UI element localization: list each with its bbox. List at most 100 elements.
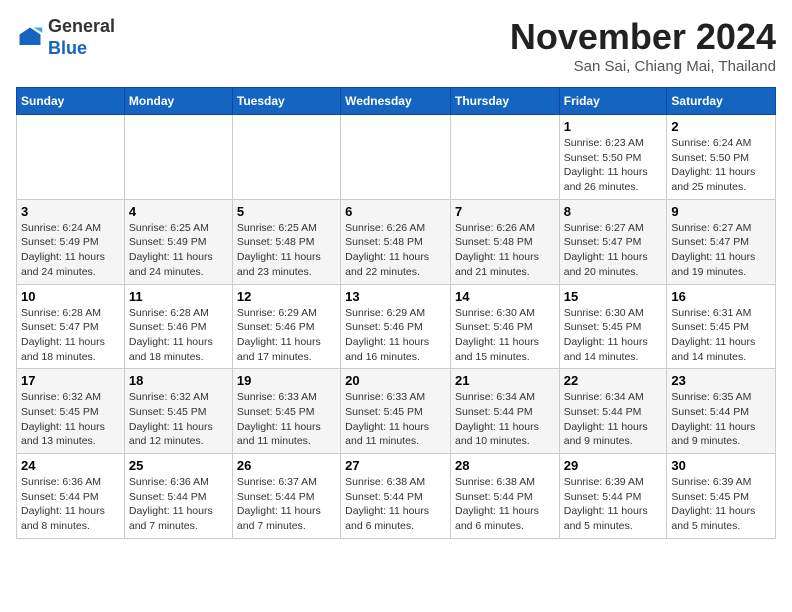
day-number: 3 [21, 204, 120, 219]
calendar-cell: 10 Sunrise: 6:28 AM Sunset: 5:47 PM Dayli… [17, 284, 125, 369]
day-info: Sunrise: 6:36 AM Sunset: 5:44 PM Dayligh… [21, 475, 120, 534]
day-info: Sunrise: 6:38 AM Sunset: 5:44 PM Dayligh… [345, 475, 446, 534]
calendar-cell: 3 Sunrise: 6:24 AM Sunset: 5:49 PM Daylig… [17, 199, 125, 284]
day-info: Sunrise: 6:31 AM Sunset: 5:45 PM Dayligh… [671, 306, 771, 365]
day-info: Sunrise: 6:33 AM Sunset: 5:45 PM Dayligh… [237, 390, 336, 449]
day-number: 5 [237, 204, 336, 219]
day-number: 10 [21, 289, 120, 304]
calendar-cell: 14Sunrise: 6:30 AM Sunset: 5:46 PM Dayli… [450, 284, 559, 369]
day-number: 12 [237, 289, 336, 304]
day-number: 15 [564, 289, 663, 304]
day-info: Sunrise: 6:25 AM Sunset: 5:48 PM Dayligh… [237, 221, 336, 280]
page-header: General Blue November 2024 San Sai, Chia… [16, 16, 776, 75]
calendar-cell: 22 Sunrise: 6:34 AM Sunset: 5:44 PM Dayli… [559, 369, 667, 454]
day-info: Sunrise: 6:34 AM Sunset: 5:44 PM Dayligh… [564, 390, 663, 449]
day-number: 27 [345, 458, 446, 473]
day-info: Sunrise: 6:29 AM Sunset: 5:46 PM Dayligh… [237, 306, 336, 365]
calendar-cell: 2 Sunrise: 6:24 AM Sunset: 5:50 PM Daylig… [667, 115, 776, 200]
calendar-cell: 20Sunrise: 6:33 AM Sunset: 5:45 PM Dayli… [341, 369, 451, 454]
day-number: 4 [129, 204, 228, 219]
day-info: Sunrise: 6:38 AM Sunset: 5:44 PM Dayligh… [455, 475, 555, 534]
header-cell-sunday: Sunday [17, 88, 125, 115]
day-number: 28 [455, 458, 555, 473]
day-number: 19 [237, 373, 336, 388]
day-number: 21 [455, 373, 555, 388]
calendar-cell: 16 Sunrise: 6:31 AM Sunset: 5:45 PM Dayli… [667, 284, 776, 369]
day-number: 25 [129, 458, 228, 473]
calendar-week-3: 10 Sunrise: 6:28 AM Sunset: 5:47 PM Dayli… [17, 284, 776, 369]
calendar-cell: 30 Sunrise: 6:39 AM Sunset: 5:45 PM Dayli… [667, 454, 776, 539]
day-number: 29 [564, 458, 663, 473]
day-number: 22 [564, 373, 663, 388]
location: San Sai, Chiang Mai, Thailand [510, 58, 776, 75]
calendar-cell: 18Sunrise: 6:32 AM Sunset: 5:45 PM Dayli… [124, 369, 232, 454]
calendar-cell: 4 Sunrise: 6:25 AM Sunset: 5:49 PM Daylig… [124, 199, 232, 284]
calendar-cell: 12 Sunrise: 6:29 AM Sunset: 5:46 PM Dayli… [232, 284, 340, 369]
day-info: Sunrise: 6:26 AM Sunset: 5:48 PM Dayligh… [455, 221, 555, 280]
day-number: 13 [345, 289, 446, 304]
calendar-cell: 27 Sunrise: 6:38 AM Sunset: 5:44 PM Dayli… [341, 454, 451, 539]
logo-blue: Blue [48, 38, 87, 58]
calendar-cell [232, 115, 340, 200]
header-cell-monday: Monday [124, 88, 232, 115]
calendar-cell: 11 Sunrise: 6:28 AM Sunset: 5:46 PM Dayli… [124, 284, 232, 369]
header-cell-saturday: Saturday [667, 88, 776, 115]
day-number: 7 [455, 204, 555, 219]
day-info: Sunrise: 6:27 AM Sunset: 5:47 PM Dayligh… [671, 221, 771, 280]
calendar-cell: 15 Sunrise: 6:30 AM Sunset: 5:45 PM Dayli… [559, 284, 667, 369]
calendar-cell: 13Sunrise: 6:29 AM Sunset: 5:46 PM Dayli… [341, 284, 451, 369]
day-number: 2 [671, 119, 771, 134]
header-cell-wednesday: Wednesday [341, 88, 451, 115]
calendar-cell: 26Sunrise: 6:37 AM Sunset: 5:44 PM Dayli… [232, 454, 340, 539]
calendar-cell [450, 115, 559, 200]
title-section: November 2024 San Sai, Chiang Mai, Thail… [510, 16, 776, 75]
calendar-cell [341, 115, 451, 200]
day-number: 9 [671, 204, 771, 219]
calendar-cell: 8Sunrise: 6:27 AM Sunset: 5:47 PM Daylig… [559, 199, 667, 284]
day-number: 17 [21, 373, 120, 388]
calendar-cell: 29 Sunrise: 6:39 AM Sunset: 5:44 PM Dayli… [559, 454, 667, 539]
day-number: 11 [129, 289, 228, 304]
day-info: Sunrise: 6:28 AM Sunset: 5:47 PM Dayligh… [21, 306, 120, 365]
calendar-cell: 23Sunrise: 6:35 AM Sunset: 5:44 PM Dayli… [667, 369, 776, 454]
calendar-cell: 24Sunrise: 6:36 AM Sunset: 5:44 PM Dayli… [17, 454, 125, 539]
day-number: 16 [671, 289, 771, 304]
day-info: Sunrise: 6:26 AM Sunset: 5:48 PM Dayligh… [345, 221, 446, 280]
calendar-cell: 9 Sunrise: 6:27 AM Sunset: 5:47 PM Daylig… [667, 199, 776, 284]
day-info: Sunrise: 6:24 AM Sunset: 5:50 PM Dayligh… [671, 136, 771, 195]
day-info: Sunrise: 6:39 AM Sunset: 5:45 PM Dayligh… [671, 475, 771, 534]
day-info: Sunrise: 6:37 AM Sunset: 5:44 PM Dayligh… [237, 475, 336, 534]
calendar-week-2: 3 Sunrise: 6:24 AM Sunset: 5:49 PM Daylig… [17, 199, 776, 284]
day-info: Sunrise: 6:36 AM Sunset: 5:44 PM Dayligh… [129, 475, 228, 534]
calendar-table: SundayMondayTuesdayWednesdayThursdayFrid… [16, 87, 776, 539]
header-cell-tuesday: Tuesday [232, 88, 340, 115]
calendar-cell: 21 Sunrise: 6:34 AM Sunset: 5:44 PM Dayli… [450, 369, 559, 454]
day-number: 20 [345, 373, 446, 388]
calendar-week-1: 1 Sunrise: 6:23 AM Sunset: 5:50 PM Daylig… [17, 115, 776, 200]
day-info: Sunrise: 6:23 AM Sunset: 5:50 PM Dayligh… [564, 136, 663, 195]
day-info: Sunrise: 6:35 AM Sunset: 5:44 PM Dayligh… [671, 390, 771, 449]
calendar-cell: 5 Sunrise: 6:25 AM Sunset: 5:48 PM Daylig… [232, 199, 340, 284]
calendar-cell: 17 Sunrise: 6:32 AM Sunset: 5:45 PM Dayli… [17, 369, 125, 454]
day-number: 18 [129, 373, 228, 388]
day-info: Sunrise: 6:24 AM Sunset: 5:49 PM Dayligh… [21, 221, 120, 280]
day-info: Sunrise: 6:28 AM Sunset: 5:46 PM Dayligh… [129, 306, 228, 365]
day-info: Sunrise: 6:34 AM Sunset: 5:44 PM Dayligh… [455, 390, 555, 449]
day-info: Sunrise: 6:25 AM Sunset: 5:49 PM Dayligh… [129, 221, 228, 280]
day-info: Sunrise: 6:30 AM Sunset: 5:45 PM Dayligh… [564, 306, 663, 365]
day-info: Sunrise: 6:32 AM Sunset: 5:45 PM Dayligh… [21, 390, 120, 449]
calendar-cell: 7 Sunrise: 6:26 AM Sunset: 5:48 PM Daylig… [450, 199, 559, 284]
logo-text: General Blue [48, 16, 115, 59]
day-number: 1 [564, 119, 663, 134]
calendar-cell [17, 115, 125, 200]
month-title: November 2024 [510, 16, 776, 58]
calendar-cell: 1 Sunrise: 6:23 AM Sunset: 5:50 PM Daylig… [559, 115, 667, 200]
calendar-cell: 6 Sunrise: 6:26 AM Sunset: 5:48 PM Daylig… [341, 199, 451, 284]
day-number: 30 [671, 458, 771, 473]
day-info: Sunrise: 6:39 AM Sunset: 5:44 PM Dayligh… [564, 475, 663, 534]
logo: General Blue [16, 16, 115, 59]
logo-general: General [48, 16, 115, 36]
day-number: 14 [455, 289, 555, 304]
day-number: 6 [345, 204, 446, 219]
logo-icon [16, 24, 44, 52]
